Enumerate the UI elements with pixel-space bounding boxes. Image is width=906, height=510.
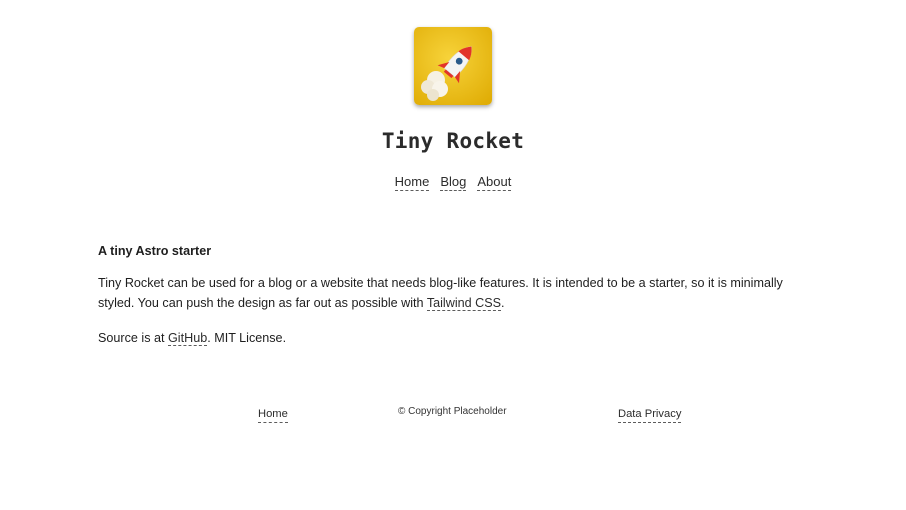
main-content: A tiny Astro starter Tiny Rocket can be … (98, 242, 798, 365)
footer-copyright: © Copyright Placeholder (398, 406, 507, 417)
source-end: . MIT License. (207, 331, 287, 345)
site-title: Tiny Rocket (381, 129, 525, 153)
github-link[interactable]: GitHub (168, 331, 208, 346)
nav-about-link[interactable]: About (477, 174, 512, 191)
rocket-logo-icon (414, 27, 492, 105)
source-paragraph: Source is at GitHub. MIT License. (98, 329, 798, 349)
site-logo[interactable] (414, 27, 492, 105)
source-text: Source is at (98, 331, 168, 345)
site-footer: Home © Copyright Placeholder Data Privac… (0, 404, 906, 424)
nav-home-link[interactable]: Home (394, 174, 430, 191)
main-nav: Home Blog About (0, 174, 906, 191)
intro-paragraph: Tiny Rocket can be used for a blog or a … (98, 274, 798, 313)
tailwind-link[interactable]: Tailwind CSS (426, 295, 502, 311)
intro-end: . (501, 295, 505, 310)
page-heading: A tiny Astro starter (98, 244, 212, 258)
nav-blog-link[interactable]: Blog (440, 174, 467, 191)
footer-privacy-link[interactable]: Data Privacy (618, 406, 682, 423)
footer-home-link[interactable]: Home (258, 406, 288, 423)
